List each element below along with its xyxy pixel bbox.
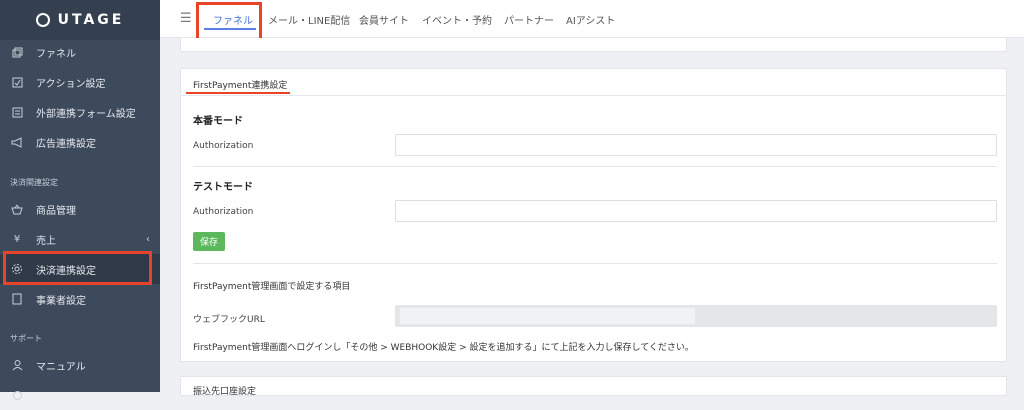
- test-mode-heading: テストモード: [193, 182, 253, 193]
- sidebar-item-label: マニュアル: [36, 361, 86, 373]
- sidebar-section-support: サポート: [10, 334, 42, 343]
- firstpayment-card: FirstPayment連携設定 本番モード Authorization テスト…: [180, 68, 1007, 362]
- sidebar-item-label: 売上: [36, 235, 56, 247]
- manage-settings-heading: FirstPayment管理画面で設定する項目: [193, 282, 351, 292]
- sidebar-item-business-settings[interactable]: 事業者設定: [0, 284, 160, 314]
- tab-ai-assist[interactable]: AIアシスト: [566, 12, 615, 27]
- card-header-divider: [181, 95, 1006, 96]
- sidebar-item-label: 広告連携設定: [36, 138, 96, 150]
- sidebar-item-label: 外部連携フォーム設定: [36, 108, 136, 120]
- production-authorization-label: Authorization: [193, 141, 254, 151]
- bank-account-card: 振込先口座設定: [180, 376, 1007, 397]
- funnel-icon: [11, 46, 23, 58]
- card-title: 振込先口座設定: [193, 387, 257, 397]
- tab-events[interactable]: イベント・予約: [422, 12, 492, 27]
- top-navigation: ☰ ファネル メール・LINE配信 会員サイト イベント・予約 パートナー AI…: [160, 0, 1024, 41]
- previous-card: [180, 38, 1007, 52]
- sidebar-item-label: 商品管理: [36, 205, 76, 217]
- menu-icon[interactable]: ☰: [180, 11, 192, 26]
- sidebar-item-ad-integration[interactable]: 広告連携設定: [0, 127, 160, 157]
- brand-name: UTAGE: [57, 12, 125, 28]
- sidebar-item-label: ファネル: [36, 48, 76, 60]
- test-authorization-input[interactable]: [395, 200, 997, 222]
- card-title: FirstPayment連携設定: [193, 81, 288, 91]
- checklist-icon: [11, 76, 23, 88]
- sidebar-item-payment-integration[interactable]: 決済連携設定: [0, 254, 160, 284]
- tab-mail-line[interactable]: メール・LINE配信: [268, 12, 350, 27]
- active-tab-indicator: [204, 28, 256, 30]
- tab-funnel[interactable]: ファネル: [213, 12, 253, 27]
- webhook-url-label: ウェブフックURL: [193, 315, 265, 325]
- section-divider: [193, 263, 997, 264]
- sidebar-item-next[interactable]: [0, 380, 160, 410]
- sidebar-item-manual[interactable]: マニュアル: [0, 350, 160, 380]
- tab-member-site[interactable]: 会員サイト: [359, 12, 409, 27]
- brand-logo[interactable]: UTAGE: [0, 0, 160, 40]
- form-icon: [11, 106, 23, 118]
- sidebar: UTAGE ファネル アクション設定 外部連携フォーム設定 広告連携設定 決済関…: [0, 0, 160, 400]
- save-button[interactable]: 保存: [193, 232, 225, 251]
- megaphone-icon: [11, 136, 23, 148]
- test-authorization-label: Authorization: [193, 207, 254, 217]
- title-highlight-underline: [186, 92, 290, 94]
- sidebar-item-label: 事業者設定: [36, 295, 86, 307]
- section-divider: [193, 166, 997, 167]
- sidebar-section-payment: 決済関連設定: [10, 178, 58, 187]
- webhook-instruction-text: FirstPayment管理画面へログインし「その他 > WEBHOOK設定 >…: [193, 343, 694, 353]
- sidebar-item-funnel[interactable]: ファネル: [0, 37, 160, 67]
- chevron-left-icon[interactable]: ‹: [146, 234, 150, 245]
- production-mode-heading: 本番モード: [193, 116, 243, 127]
- gear-icon: [11, 263, 23, 275]
- sidebar-item-action-settings[interactable]: アクション設定: [0, 67, 160, 97]
- building-icon: [11, 293, 23, 305]
- production-authorization-input[interactable]: [395, 134, 997, 156]
- basket-icon: [11, 203, 23, 215]
- tab-partner[interactable]: パートナー: [504, 12, 554, 27]
- person-icon: [11, 359, 23, 371]
- logo-mark-icon: [35, 13, 50, 27]
- sidebar-item-label: 決済連携設定: [36, 265, 96, 277]
- sidebar-item-external-form[interactable]: 外部連携フォーム設定: [0, 97, 160, 127]
- yen-icon: ¥: [13, 233, 21, 245]
- webhook-url-field[interactable]: [395, 305, 997, 327]
- sidebar-item-products[interactable]: 商品管理: [0, 194, 160, 224]
- webhook-url-value: [400, 308, 695, 324]
- sidebar-item-label: アクション設定: [36, 78, 106, 90]
- circle-icon: [11, 389, 23, 401]
- sidebar-item-sales[interactable]: ¥ 売上 ‹: [0, 224, 160, 254]
